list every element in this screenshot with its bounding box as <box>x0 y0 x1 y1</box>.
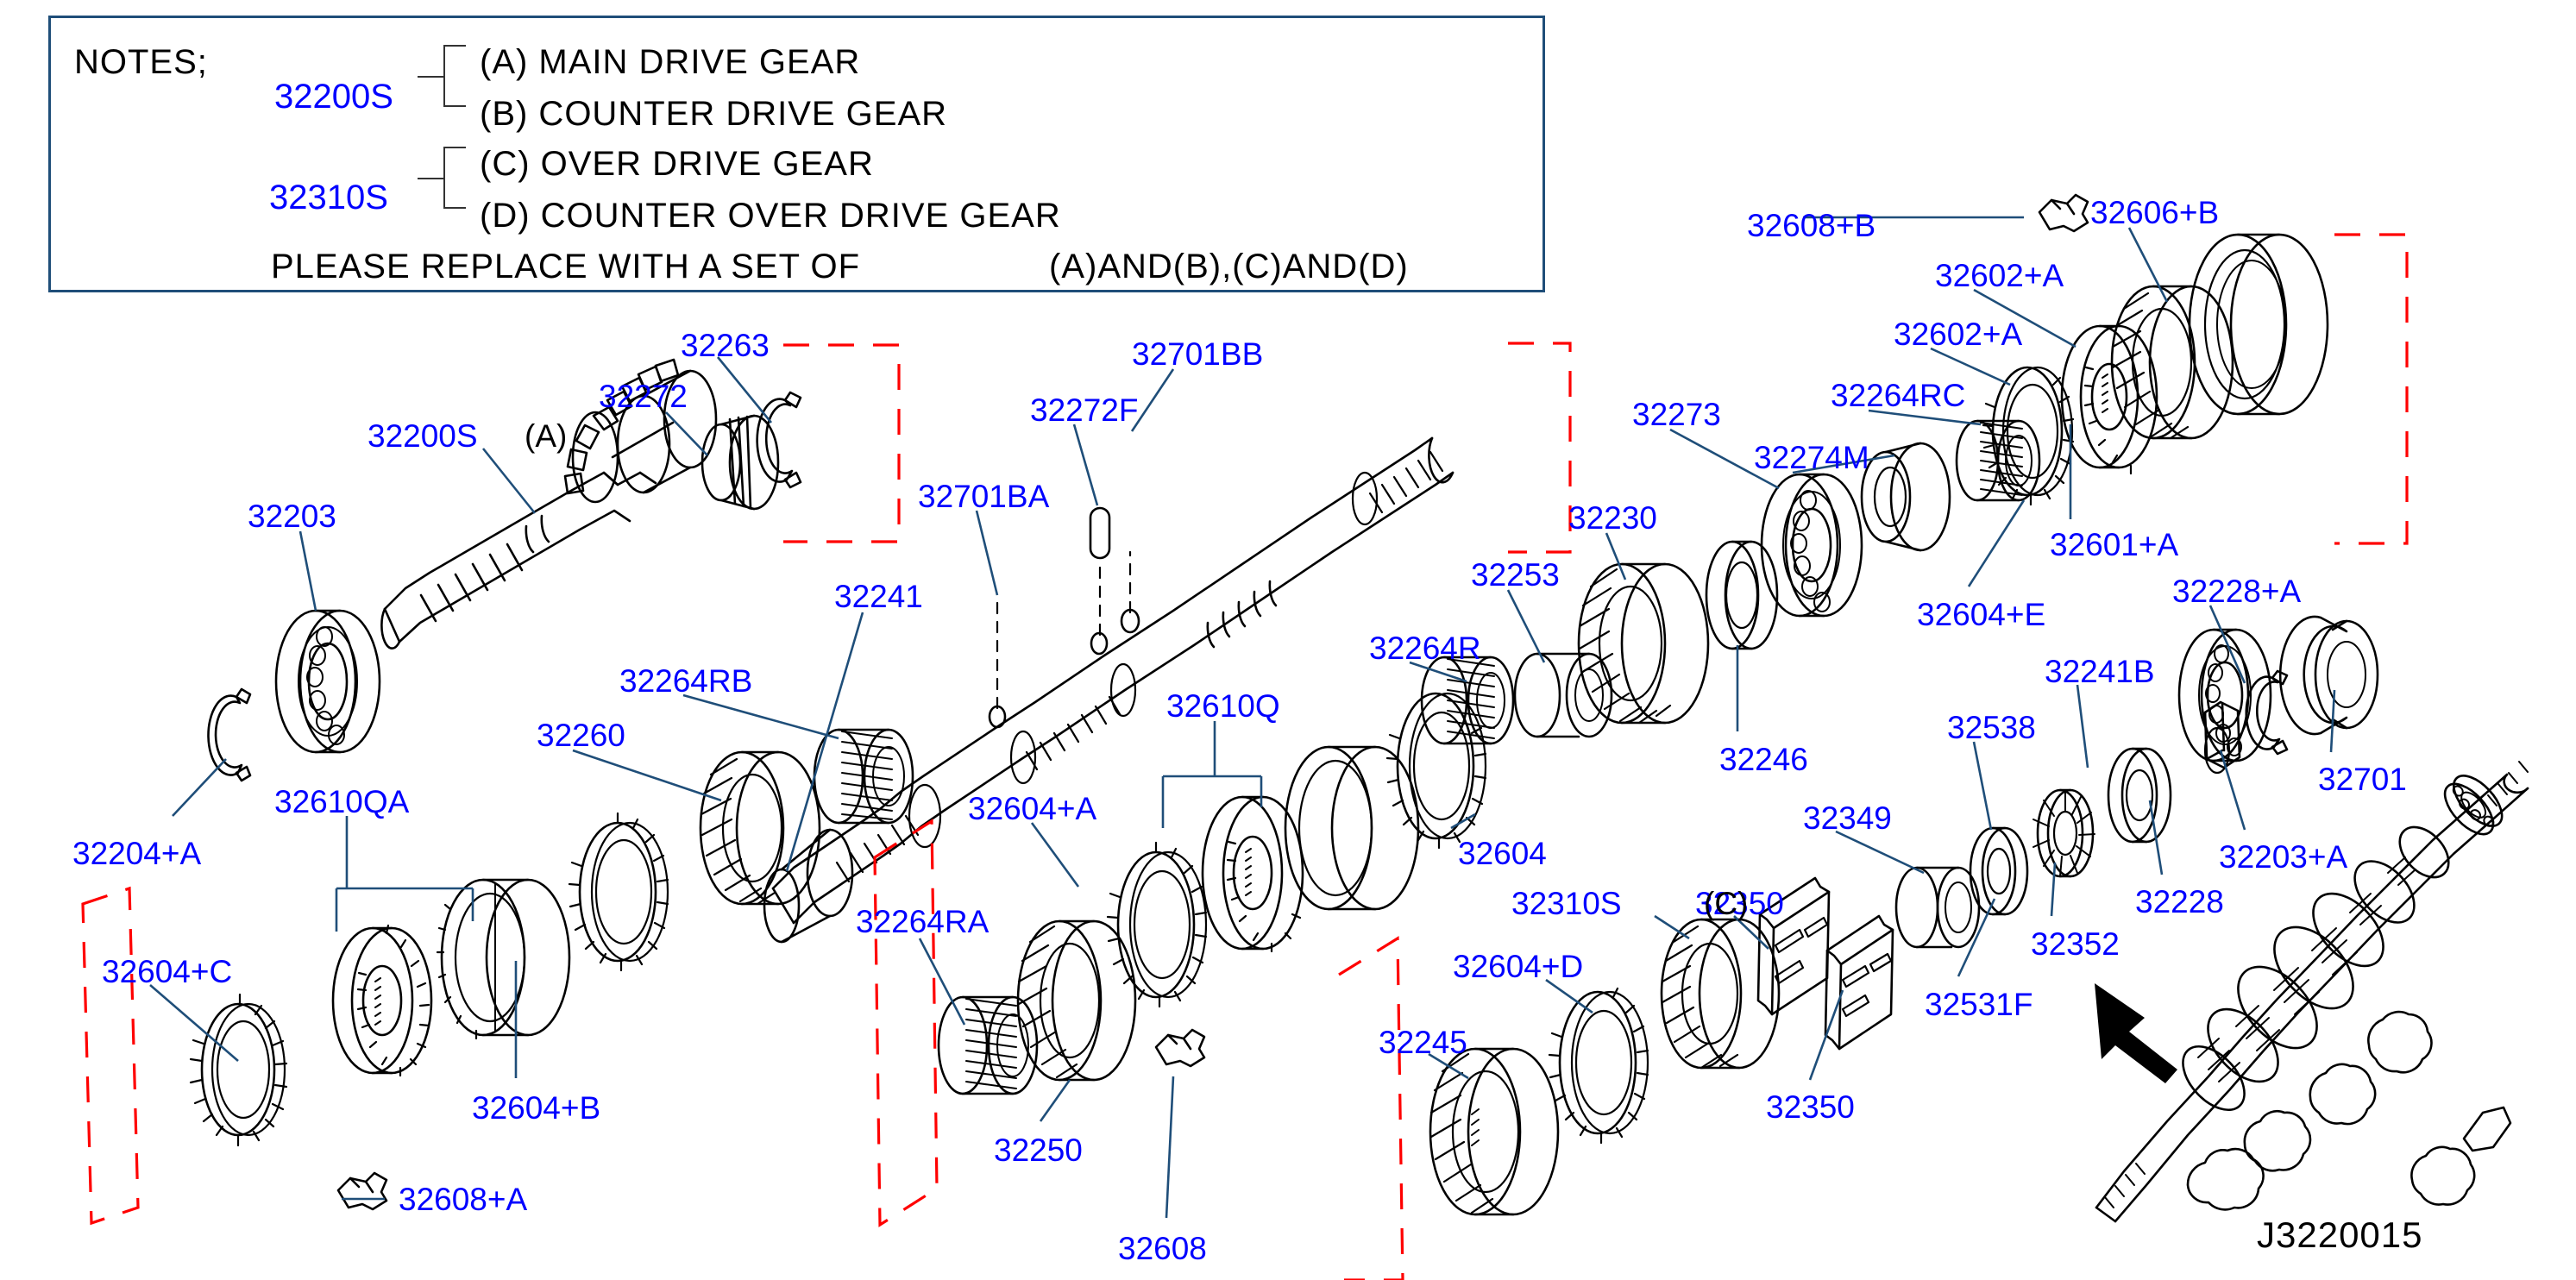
collar-32274M <box>1862 443 1950 550</box>
snapring-32263 <box>757 392 801 487</box>
callout-32260[interactable]: 32260 <box>537 719 625 751</box>
bearing-32241B <box>2179 630 2271 761</box>
callout-32273[interactable]: 32273 <box>1632 398 1721 430</box>
notes-box-right-border <box>1542 16 1545 292</box>
callout-32701[interactable]: 32701 <box>2318 763 2407 795</box>
callout-32601A[interactable]: 32601+A <box>2050 529 2178 561</box>
direction-arrow <box>2095 983 2177 1083</box>
callout-32606B[interactable]: 32606+B <box>2090 197 2219 229</box>
needle-32264RC <box>1957 421 2039 500</box>
gear-32602A <box>2112 286 2233 438</box>
callout-32272F[interactable]: 32272F <box>1030 394 1139 426</box>
callout-32230[interactable]: 32230 <box>1568 502 1657 534</box>
notes-group-0-item-0: (A) MAIN DRIVE GEAR <box>480 43 861 81</box>
callout-32250[interactable]: 32250 <box>994 1134 1083 1166</box>
callout-32310S[interactable]: 32310S <box>1511 888 1622 919</box>
notes-group-0-item-1: (B) COUNTER DRIVE GEAR <box>480 95 948 133</box>
key-32608A <box>338 1173 386 1209</box>
notes-heading: NOTES; <box>74 43 208 81</box>
notes-group-1-item-0: (C) OVER DRIVE GEAR <box>480 145 874 183</box>
hub-32601A <box>2062 326 2157 474</box>
callout-32228[interactable]: 32228 <box>2135 886 2224 918</box>
callout-32264RC[interactable]: 32264RC <box>1831 380 1965 411</box>
spacer-32349 <box>1896 868 1979 947</box>
callout-32349[interactable]: 32349 <box>1803 802 1892 834</box>
snapring-32204A <box>208 689 250 781</box>
notes-box-top-border <box>48 16 1545 18</box>
key-32608 <box>1156 1030 1204 1066</box>
callout-32264R[interactable]: 32264R <box>1369 632 1481 664</box>
callout-32538[interactable]: 32538 <box>1947 712 2036 744</box>
drawing-number: J3220015 <box>2257 1214 2423 1255</box>
callout-32604C[interactable]: 32604+C <box>102 956 232 988</box>
ring-32604E <box>1983 367 2073 505</box>
callout-32608A[interactable]: 32608+A <box>399 1183 527 1215</box>
callout-32604A[interactable]: 32604+A <box>968 793 1096 825</box>
callout-32531F[interactable]: 32531F <box>1925 988 2033 1020</box>
callout-32352[interactable]: 32352 <box>2031 928 2120 960</box>
callout-32602A_a[interactable]: 32602+A <box>1935 260 2064 292</box>
callout-32604E[interactable]: 32604+E <box>1917 599 2045 631</box>
callout-32608B[interactable]: 32608+B <box>1747 210 1875 242</box>
notes-group-0-part-number[interactable]: 32200S <box>274 78 393 116</box>
callout-32204A[interactable]: 32204+A <box>72 838 201 869</box>
group-marker-A: (A) <box>525 418 568 454</box>
bush-32350-b <box>1825 916 1893 1049</box>
callout-32245[interactable]: 32245 <box>1379 1026 1467 1058</box>
callout-32610Q[interactable]: 32610Q <box>1166 690 1280 722</box>
washer-32246 <box>1706 542 1777 649</box>
notes-brace-1 <box>418 147 474 209</box>
key-32608B <box>2039 195 2088 231</box>
notes-box-bottom-border <box>48 290 1545 292</box>
callout-32274M[interactable]: 32274M <box>1754 442 1869 474</box>
callout-32608[interactable]: 32608 <box>1118 1233 1207 1264</box>
callout-32604B[interactable]: 32604+B <box>472 1092 600 1124</box>
callout-32241B[interactable]: 32241B <box>2045 656 2155 687</box>
callout-32241[interactable]: 32241 <box>834 580 923 612</box>
callout-32610QA[interactable]: 32610QA <box>274 786 409 818</box>
callout-32272[interactable]: 32272 <box>599 380 688 412</box>
callout-32604[interactable]: 32604 <box>1458 838 1547 869</box>
callout-32350_b[interactable]: 32350 <box>1766 1091 1855 1123</box>
cap-32701 <box>2280 617 2378 734</box>
callout-32203A[interactable]: 32203+A <box>2219 841 2347 873</box>
callout-32263[interactable]: 32263 <box>681 329 770 361</box>
callout-32264RB[interactable]: 32264RB <box>619 665 752 697</box>
notes-footer-right: (A)AND(B),(C)AND(D) <box>1049 248 1409 285</box>
callout-32701BA[interactable]: 32701BA <box>918 480 1049 512</box>
group-marker-C: (C) <box>1704 886 1749 921</box>
notes-box-left-border <box>48 16 51 292</box>
cloud-callout <box>2188 1012 2510 1209</box>
ring-32606B <box>2190 235 2328 414</box>
callout-32228A[interactable]: 32228+A <box>2172 575 2301 607</box>
parts-diagram-sheet: NOTES; 32200S (A) MAIN DRIVE GEAR (B) CO… <box>0 0 2576 1280</box>
washer-32352 <box>2033 790 2095 876</box>
washer-32228 <box>2108 749 2171 842</box>
callout-32253[interactable]: 32253 <box>1471 559 1560 591</box>
callout-32602A_b[interactable]: 32602+A <box>1894 318 2022 350</box>
notes-group-1-part-number[interactable]: 32310S <box>269 179 388 217</box>
bearing-32203 <box>276 611 380 752</box>
pin-32272F <box>1090 508 1109 558</box>
callout-32264RA[interactable]: 32264RA <box>856 906 989 938</box>
set-group-boxes <box>83 235 2407 1280</box>
callout-32604D[interactable]: 32604+D <box>1453 951 1583 982</box>
notes-brace-0 <box>418 45 474 107</box>
notes-group-1-item-1: (D) COUNTER OVER DRIVE GEAR <box>480 197 1061 235</box>
notes-footer-left: PLEASE REPLACE WITH A SET OF <box>271 248 861 285</box>
spacer-32253 <box>1515 654 1612 737</box>
gear-32230 <box>1579 564 1708 723</box>
callout-32701BB[interactable]: 32701BB <box>1132 338 1263 370</box>
callout-32246[interactable]: 32246 <box>1719 744 1808 775</box>
callout-32203[interactable]: 32203 <box>248 500 336 532</box>
callout-32200S[interactable]: 32200S <box>368 420 478 452</box>
